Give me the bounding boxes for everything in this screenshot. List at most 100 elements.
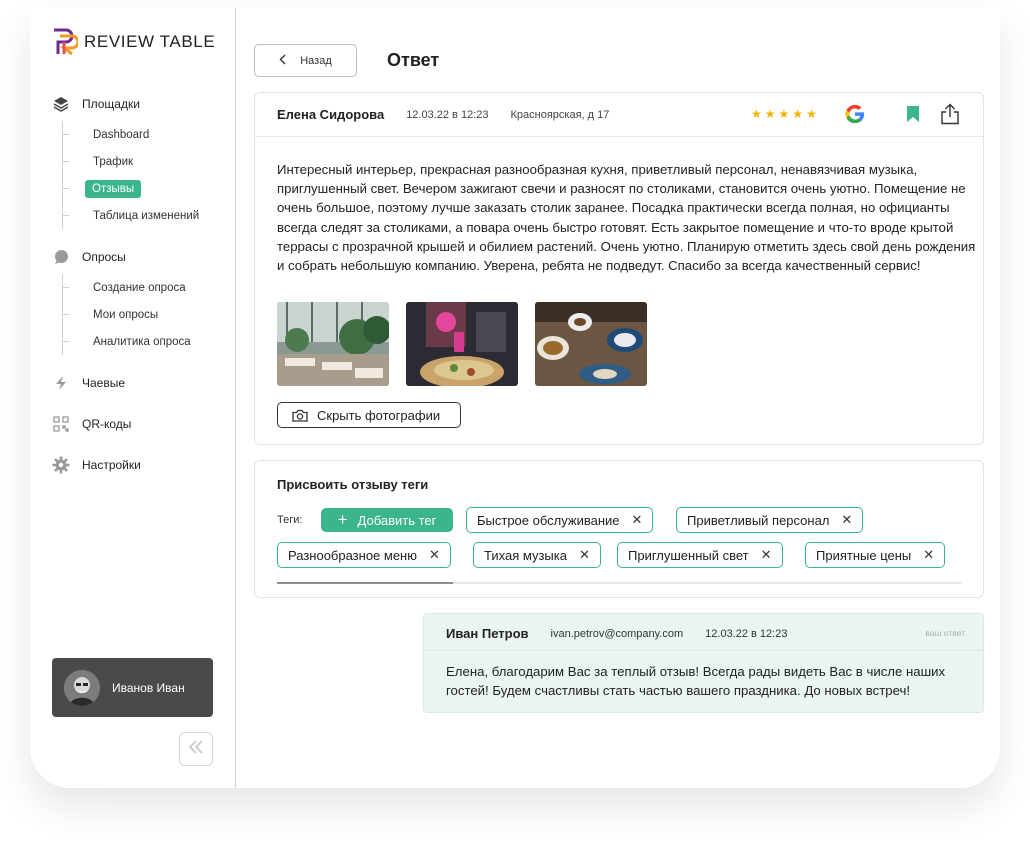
user-profile-card[interactable]: Иванов Иван xyxy=(52,658,213,717)
star-icon: ★ xyxy=(792,107,804,121)
nav-subitem-survey-analytics[interactable]: Аналитика опроса xyxy=(63,328,191,355)
tag-label: Приятные цены xyxy=(816,547,912,563)
tag-chip[interactable]: Приятные цены ✕ xyxy=(805,542,946,568)
nav-group-venues: Площадки Dashboard Трафик Отзывы Таблица… xyxy=(52,94,199,229)
sidebar: REVIEW TABLE Площадки Dashboard Трафик О… xyxy=(30,8,236,788)
close-icon[interactable]: ✕ xyxy=(923,547,934,563)
review-photo[interactable] xyxy=(406,302,518,386)
logo[interactable]: REVIEW TABLE xyxy=(52,28,215,56)
tag-label: Приветливый персонал xyxy=(687,512,830,528)
tag-label: Быстрое обслуживание xyxy=(477,512,620,528)
review-header: Елена Сидорова 12.03.22 в 12:23 Краснояр… xyxy=(255,93,983,137)
close-icon[interactable]: ✕ xyxy=(761,547,772,563)
nav-subitem-reviews[interactable]: Отзывы xyxy=(63,175,199,202)
close-icon[interactable]: ✕ xyxy=(841,512,852,528)
bookmark-icon[interactable] xyxy=(906,105,920,123)
nav-subitem-label: Таблица изменений xyxy=(93,209,200,222)
lightning-icon xyxy=(52,374,70,392)
chevron-left-icon xyxy=(279,54,286,68)
tags-card: Присвоить отзыву теги Теги: + Добавить т… xyxy=(254,460,984,598)
review-photo[interactable] xyxy=(277,302,389,386)
nav-item-venues[interactable]: Площадки xyxy=(52,94,199,114)
user-name: Иванов Иван xyxy=(112,680,185,695)
nav-item-label: Настройки xyxy=(82,458,141,472)
tag-chip[interactable]: Приглушенный свет ✕ xyxy=(617,542,783,568)
avatar xyxy=(64,669,100,706)
back-button[interactable]: Назад xyxy=(254,44,357,77)
nav-group-surveys: Опросы Создание опроса Мои опросы Аналит… xyxy=(52,247,191,355)
camera-icon xyxy=(292,409,308,422)
tags-title: Присвоить отзыву теги xyxy=(277,477,429,492)
close-icon[interactable]: ✕ xyxy=(579,547,590,563)
star-icon: ★ xyxy=(751,107,762,121)
nav-item-label: Площадки xyxy=(82,97,140,111)
review-text: Интересный интерьер, прекрасная разнообр… xyxy=(277,162,976,274)
tag-chip[interactable]: Тихая музыка ✕ xyxy=(473,542,601,568)
star-icon: ★ xyxy=(806,107,817,121)
hide-photos-label: Скрыть фотографии xyxy=(317,407,441,423)
nav-subitem-change-table[interactable]: Таблица изменений xyxy=(63,202,199,229)
reply-card: Иван Петров ivan.petrov@company.com 12.0… xyxy=(423,613,984,713)
nav-subitem-label: Аналитика опроса xyxy=(93,335,191,348)
review-photos xyxy=(277,302,647,386)
tag-label: Приглушенный свет xyxy=(628,547,749,563)
nav-subitem-label: Отзывы xyxy=(85,179,142,198)
review-date: 12.03.22 в 12:23 xyxy=(406,108,489,121)
tag-chip[interactable]: Разнообразное меню ✕ xyxy=(277,542,451,568)
star-icon: ★ xyxy=(778,107,790,121)
reply-date: 12.03.22 в 12:23 xyxy=(705,627,788,640)
reply-author: Иван Петров xyxy=(446,626,529,641)
nav-submenu-surveys: Создание опроса Мои опросы Аналитика опр… xyxy=(62,274,191,355)
qr-code-icon xyxy=(52,415,70,433)
divider xyxy=(424,650,983,651)
back-button-label: Назад xyxy=(300,54,332,67)
add-tag-label: Добавить тег xyxy=(357,512,437,528)
chat-bubble-icon xyxy=(52,248,70,266)
nav-item-label: Опросы xyxy=(82,250,126,264)
google-icon xyxy=(845,104,865,124)
nav-subitem-create-survey[interactable]: Создание опроса xyxy=(63,274,191,301)
nav-item-tips[interactable]: Чаевые xyxy=(52,373,125,393)
tags-scrollbar[interactable] xyxy=(277,582,961,584)
reply-email: ivan.petrov@company.com xyxy=(550,627,684,640)
nav-item-qr-codes[interactable]: QR-коды xyxy=(52,414,131,434)
double-chevron-left-icon xyxy=(188,739,204,759)
nav-item-label: Чаевые xyxy=(82,376,126,390)
share-icon[interactable] xyxy=(940,103,960,125)
nav-subitem-dashboard[interactable]: Dashboard xyxy=(63,121,199,148)
nav-subitem-my-surveys[interactable]: Мои опросы xyxy=(63,301,191,328)
collapse-sidebar-button[interactable] xyxy=(179,732,213,766)
scrollbar-thumb[interactable] xyxy=(277,582,453,584)
nav-item-surveys[interactable]: Опросы xyxy=(52,247,191,267)
nav-group-settings: Настройки xyxy=(52,455,141,475)
tag-chip[interactable]: Приветливый персонал ✕ xyxy=(676,507,864,533)
rating-stars: ★ ★ ★ ★ ★ xyxy=(751,107,817,121)
nav-subitem-label: Dashboard xyxy=(93,128,150,141)
layers-icon xyxy=(52,95,70,113)
reply-header: Иван Петров ivan.petrov@company.com 12.0… xyxy=(446,626,787,641)
nav-subitem-label: Мои опросы xyxy=(93,308,159,321)
review-card: Елена Сидорова 12.03.22 в 12:23 Краснояр… xyxy=(254,92,984,445)
tag-label: Тихая музыка xyxy=(484,547,567,563)
nav-submenu-venues: Dashboard Трафик Отзывы Таблица изменени… xyxy=(62,121,199,229)
nav-group-tips: Чаевые xyxy=(52,373,125,393)
gear-icon xyxy=(52,456,70,474)
page-title: Ответ xyxy=(387,50,440,70)
reply-badge: ваш ответ xyxy=(925,628,965,638)
nav-item-label: QR-коды xyxy=(82,417,132,431)
nav-item-settings[interactable]: Настройки xyxy=(52,455,141,475)
close-icon[interactable]: ✕ xyxy=(632,512,643,528)
close-icon[interactable]: ✕ xyxy=(429,547,440,563)
nav-subitem-label: Трафик xyxy=(93,155,134,168)
nav-group-qr: QR-коды xyxy=(52,414,131,434)
hide-photos-button[interactable]: Скрыть фотографии xyxy=(277,402,461,428)
tag-chip[interactable]: Быстрое обслуживание ✕ xyxy=(466,507,654,533)
review-photo[interactable] xyxy=(535,302,647,386)
nav-subitem-label: Создание опроса xyxy=(93,281,186,294)
reply-text: Елена, благодарим Вас за теплый отзыв! В… xyxy=(446,664,946,698)
star-icon: ★ xyxy=(764,107,776,121)
nav-subitem-traffic[interactable]: Трафик xyxy=(63,148,199,175)
review-author: Елена Сидорова xyxy=(277,107,385,122)
review-place: Красноярская, д 17 xyxy=(510,108,610,121)
add-tag-button[interactable]: + Добавить тег xyxy=(321,508,453,532)
